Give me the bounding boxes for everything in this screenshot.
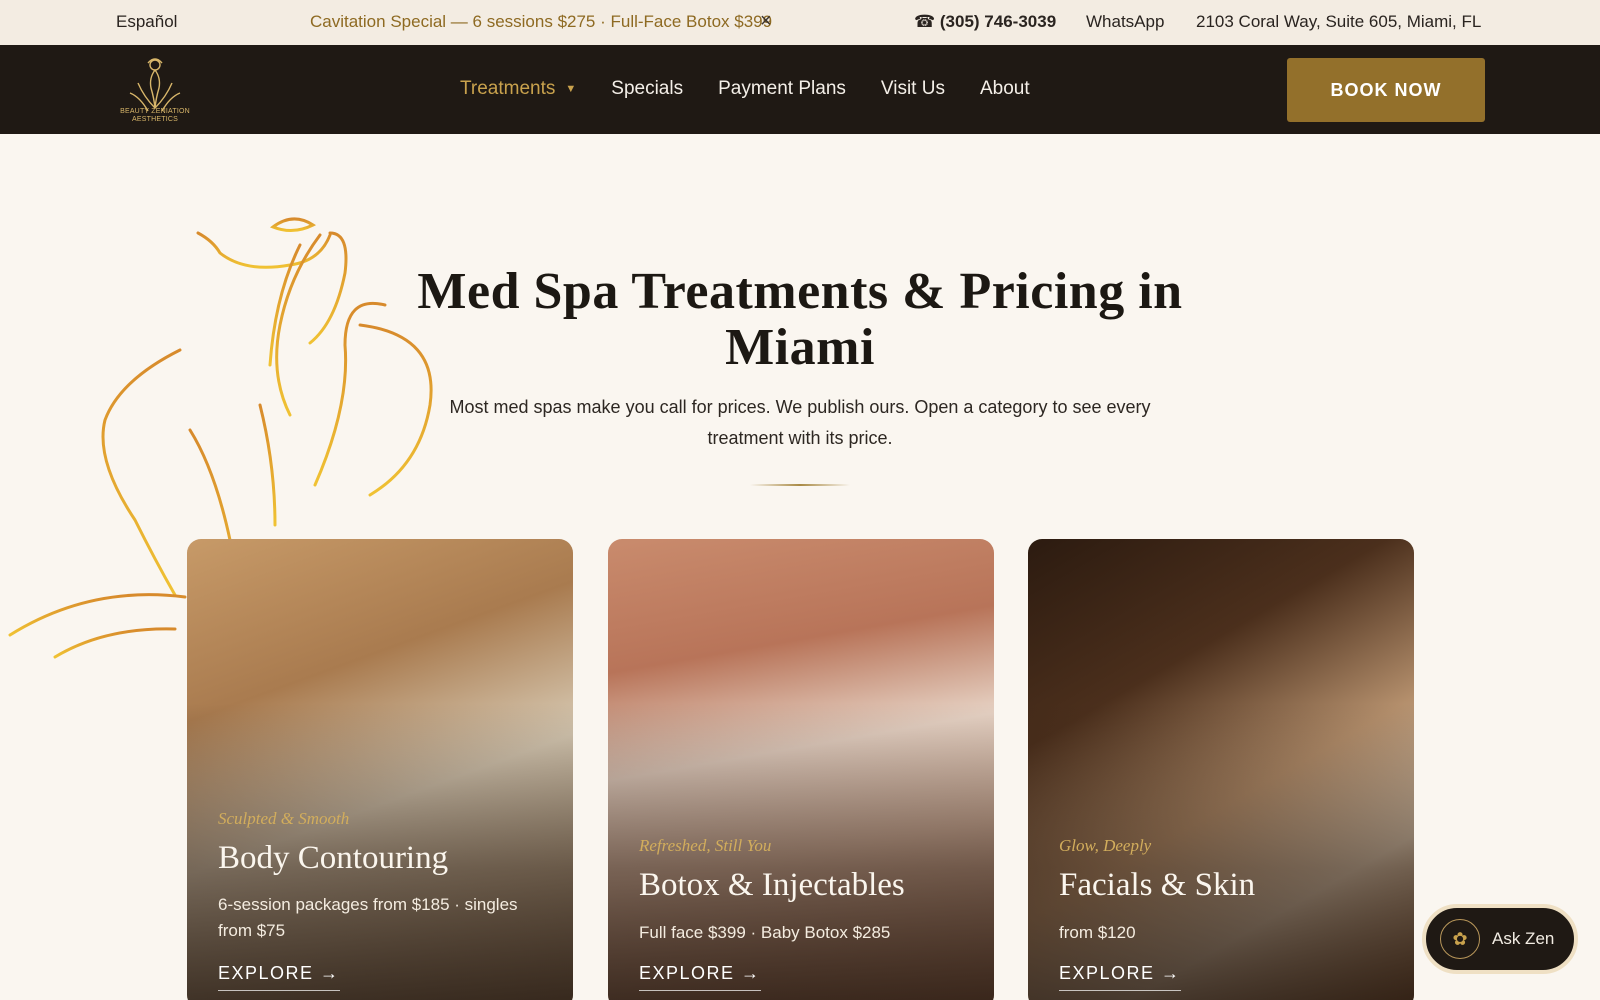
card-description: from $120 — [1059, 923, 1136, 942]
category-card-body-contouring[interactable]: Sculpted & Smooth Body Contouring 6-sess… — [187, 539, 573, 1000]
explore-link[interactable]: EXPLORE → — [218, 963, 340, 991]
close-icon[interactable]: × — [760, 10, 772, 33]
book-now-button[interactable]: BOOK NOW — [1287, 58, 1485, 122]
divider — [750, 484, 850, 486]
explore-link[interactable]: EXPLORE → — [639, 963, 761, 991]
language-switch[interactable]: Español — [116, 12, 177, 32]
card-title: Botox & Injectables — [639, 867, 905, 903]
category-card-botox-injectables[interactable]: Refreshed, Still You Botox & Injectables… — [608, 539, 994, 1000]
nav-links: Treatments ▼ Specials Payment Plans Visit… — [460, 78, 1030, 100]
card-title: Facials & Skin — [1059, 867, 1256, 903]
logo-text: BEAUTY ZENIATION AESTHETICS — [120, 108, 190, 123]
card-description: 6-session packages from $185 · singles f… — [218, 895, 518, 940]
category-card-facials-skin[interactable]: Glow, Deeply Facials & Skin from $120 EX… — [1028, 539, 1414, 1000]
chat-label: Ask Zen — [1492, 929, 1555, 948]
card-tagline: Refreshed, Still You — [639, 836, 772, 855]
nav-item-visit-us[interactable]: Visit Us — [881, 78, 945, 100]
explore-link[interactable]: EXPLORE → — [1059, 963, 1181, 991]
nav-item-specials[interactable]: Specials — [611, 78, 683, 100]
card-description: Full face $399 · Baby Botox $285 — [639, 923, 891, 942]
caret-down-icon: ▼ — [565, 83, 577, 95]
card-title: Body Contouring — [218, 840, 449, 876]
phone-link[interactable]: ☎ (305) 746-3039 — [914, 12, 1056, 32]
card-tagline: Sculpted & Smooth — [218, 809, 350, 828]
whatsapp-link[interactable]: WhatsApp — [1086, 12, 1164, 32]
page-subtitle: Most med spas make you call for prices. … — [449, 397, 1151, 448]
nav-item-label: Treatments — [460, 78, 556, 99]
main-nav: BEAUTY ZENIATION AESTHETICS Treatments ▼ … — [0, 45, 1600, 134]
zen-avatar-icon: ✿ — [1440, 919, 1480, 959]
promo-text[interactable]: Cavitation Special — 6 sessions $275 · F… — [310, 12, 772, 32]
nav-item-treatments[interactable]: Treatments ▼ — [460, 78, 576, 100]
address-link[interactable]: 2103 Coral Way, Suite 605, Miami, FL — [1196, 12, 1481, 32]
nav-item-about[interactable]: About — [980, 78, 1030, 100]
announcement-bar: Español Cavitation Special — 6 sessions … — [0, 0, 1600, 45]
card-tagline: Glow, Deeply — [1059, 836, 1152, 855]
nav-item-payment-plans[interactable]: Payment Plans — [718, 78, 846, 100]
page-title: Med Spa Treatments & Pricing in Miami — [417, 263, 1183, 376]
ask-zen-chat-button[interactable]: ✿ Ask Zen — [1422, 904, 1578, 974]
